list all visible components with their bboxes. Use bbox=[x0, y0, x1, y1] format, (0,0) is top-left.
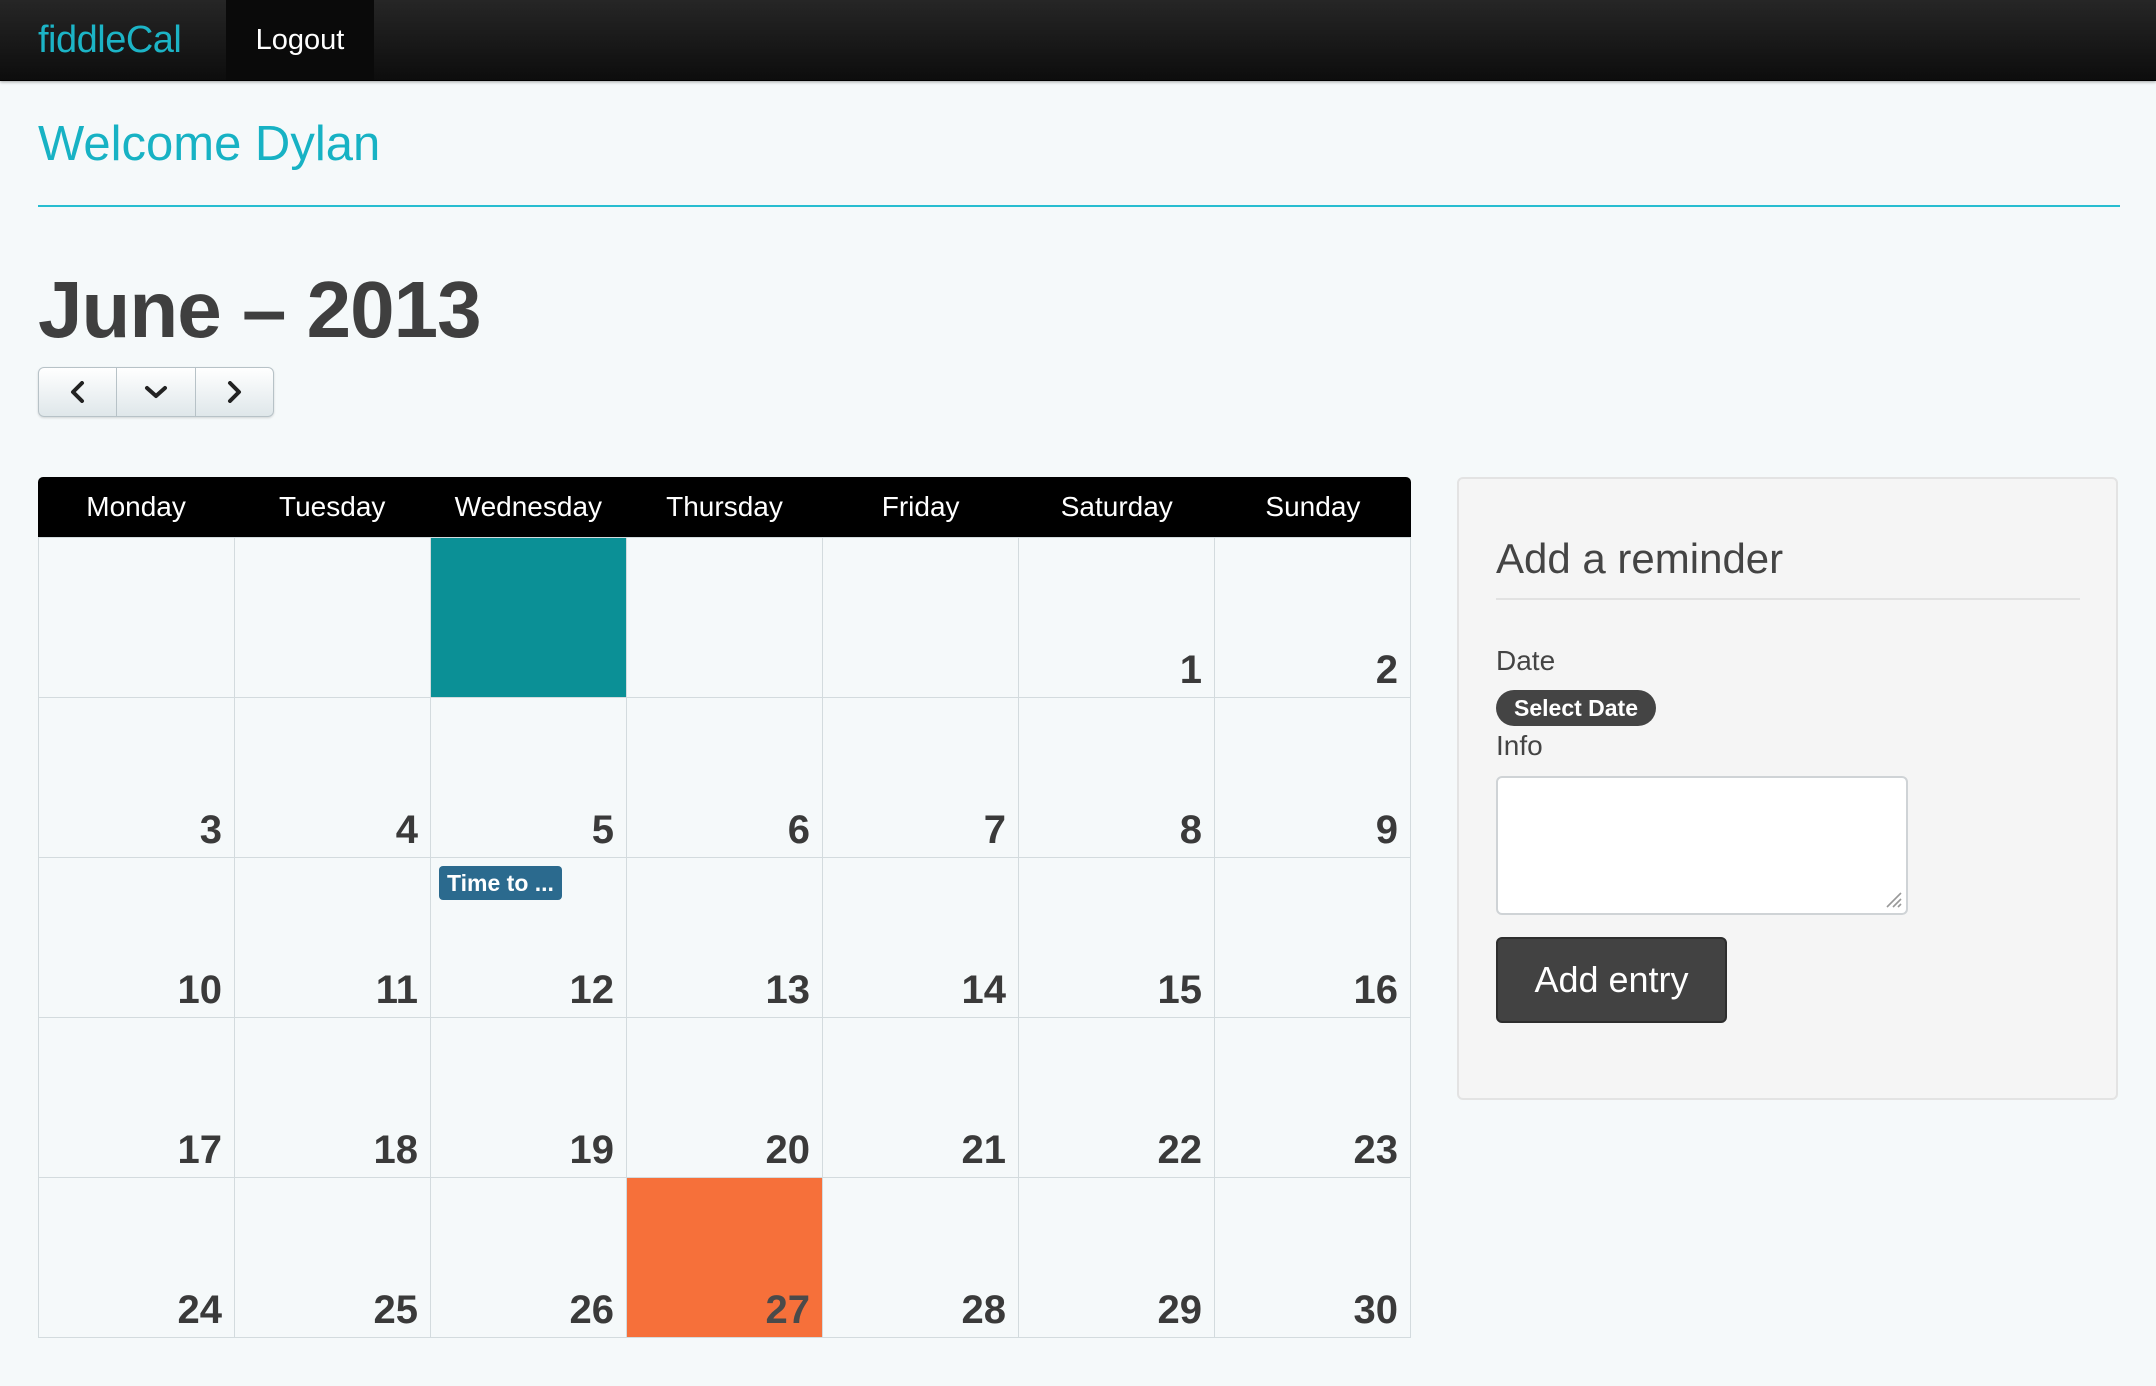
calendar-day-cell[interactable]: 17 bbox=[39, 1018, 235, 1178]
calendar-grid: 1 2 3 4 5 6 7 8 9 10 11 Time to ... 12 1… bbox=[38, 537, 1411, 1338]
day-number: 16 bbox=[1353, 968, 1399, 1012]
calendar-day-cell[interactable]: 10 bbox=[39, 858, 235, 1018]
weekday-label: Wednesday bbox=[454, 491, 603, 522]
calendar-day-cell[interactable]: 13 bbox=[627, 858, 823, 1018]
month-picker-button[interactable] bbox=[117, 368, 196, 416]
select-date-button[interactable]: Select Date bbox=[1496, 690, 1657, 726]
weekday-label: Monday bbox=[86, 491, 186, 522]
calendar-day-cell[interactable] bbox=[627, 538, 823, 698]
day-number: 6 bbox=[787, 808, 810, 852]
day-number: 30 bbox=[1353, 1288, 1399, 1332]
weekday-label: Saturday bbox=[1060, 491, 1173, 522]
event-chip[interactable]: Time to ... bbox=[439, 866, 562, 900]
header-divider bbox=[38, 205, 2120, 207]
calendar-day-cell[interactable] bbox=[39, 538, 235, 698]
calendar-day-cell[interactable]: 25 bbox=[235, 1178, 431, 1338]
day-number: 15 bbox=[1157, 968, 1203, 1012]
top-navbar: fiddleCal Logout bbox=[0, 0, 2156, 81]
calendar-day-cell[interactable]: 20 bbox=[627, 1018, 823, 1178]
calendar-day-cell[interactable]: 15 bbox=[1019, 858, 1215, 1018]
calendar-day-cell[interactable]: 4 bbox=[235, 698, 431, 858]
calendar-day-cell[interactable]: 6 bbox=[627, 698, 823, 858]
day-number: 23 bbox=[1353, 1128, 1399, 1172]
day-number: 19 bbox=[569, 1128, 615, 1172]
welcome-heading: Welcome Dylan bbox=[38, 117, 381, 171]
brand-link[interactable]: fiddleCal bbox=[38, 0, 182, 80]
calendar-day-cell[interactable]: 8 bbox=[1019, 698, 1215, 858]
month-nav-group bbox=[38, 367, 274, 417]
day-number: 7 bbox=[983, 808, 1006, 852]
calendar-day-cell-today[interactable]: 27 bbox=[627, 1178, 823, 1338]
calendar-day-cell[interactable]: 3 bbox=[39, 698, 235, 858]
day-number: 11 bbox=[375, 968, 418, 1012]
calendar-day-cell[interactable]: 22 bbox=[1019, 1018, 1215, 1178]
day-number: 18 bbox=[373, 1128, 419, 1172]
calendar-day-cell[interactable]: 11 bbox=[235, 858, 431, 1018]
day-number: 8 bbox=[1179, 808, 1202, 852]
calendar-day-cell[interactable]: 19 bbox=[431, 1018, 627, 1178]
day-number: 17 bbox=[177, 1128, 223, 1172]
day-number: 12 bbox=[569, 968, 615, 1012]
weekday-label: Friday bbox=[881, 491, 960, 522]
calendar-day-cell[interactable]: 21 bbox=[823, 1018, 1019, 1178]
day-number: 2 bbox=[1375, 648, 1398, 692]
panel-title: Add a reminder bbox=[1496, 535, 1784, 582]
day-number: 20 bbox=[765, 1128, 811, 1172]
calendar-day-cell[interactable]: 1 bbox=[1019, 538, 1215, 698]
weekday-label: Tuesday bbox=[279, 491, 386, 522]
month-title: June – 2013 bbox=[38, 265, 482, 354]
weekday-header: Monday Tuesday Wednesday Thursday Friday… bbox=[38, 477, 1411, 537]
day-number: 25 bbox=[373, 1288, 419, 1332]
day-number: 1 bbox=[1179, 648, 1202, 692]
day-number: 27 bbox=[765, 1288, 811, 1332]
calendar-day-cell[interactable]: Time to ... 12 bbox=[431, 858, 627, 1018]
calendar-day-cell[interactable] bbox=[235, 538, 431, 698]
next-month-button[interactable] bbox=[196, 368, 273, 416]
calendar-day-cell[interactable]: 2 bbox=[1215, 538, 1411, 698]
calendar-day-cell[interactable]: 18 bbox=[235, 1018, 431, 1178]
day-number: 5 bbox=[591, 808, 614, 852]
calendar-day-cell[interactable]: 23 bbox=[1215, 1018, 1411, 1178]
calendar-day-cell[interactable]: 28 bbox=[823, 1178, 1019, 1338]
weekday-label: Sunday bbox=[1265, 491, 1361, 522]
chevron-left-icon bbox=[70, 381, 84, 403]
calendar-day-cell[interactable]: 5 bbox=[431, 698, 627, 858]
day-number: 22 bbox=[1157, 1128, 1203, 1172]
day-number: 10 bbox=[177, 968, 223, 1012]
day-number: 29 bbox=[1157, 1288, 1203, 1332]
day-number: 3 bbox=[199, 808, 222, 852]
previous-month-button[interactable] bbox=[39, 368, 118, 416]
day-number: 9 bbox=[1375, 808, 1398, 852]
logout-link[interactable]: Logout bbox=[226, 0, 374, 80]
day-number: 13 bbox=[765, 968, 811, 1012]
day-number: 28 bbox=[961, 1288, 1007, 1332]
calendar-day-cell[interactable]: 29 bbox=[1019, 1178, 1215, 1338]
calendar-day-cell[interactable]: 7 bbox=[823, 698, 1019, 858]
calendar: Monday Tuesday Wednesday Thursday Friday… bbox=[38, 477, 1411, 1338]
day-number: 4 bbox=[395, 808, 418, 852]
date-label: Date bbox=[1496, 645, 1556, 676]
calendar-day-cell-selected[interactable] bbox=[431, 538, 627, 698]
calendar-day-cell[interactable]: 24 bbox=[39, 1178, 235, 1338]
calendar-day-cell[interactable]: 16 bbox=[1215, 858, 1411, 1018]
day-number: 21 bbox=[961, 1128, 1007, 1172]
resize-grip-icon[interactable] bbox=[1883, 889, 1903, 909]
calendar-day-cell[interactable]: 30 bbox=[1215, 1178, 1411, 1338]
chevron-down-icon bbox=[144, 386, 167, 398]
chevron-right-icon bbox=[228, 381, 242, 403]
calendar-day-cell[interactable]: 26 bbox=[431, 1178, 627, 1338]
weekday-label: Thursday bbox=[666, 491, 783, 522]
add-entry-button[interactable]: Add entry bbox=[1496, 937, 1727, 1023]
add-reminder-panel: Add a reminder Date Select Date Info Add… bbox=[1457, 477, 2118, 1100]
info-label: Info bbox=[1496, 730, 1543, 761]
day-number: 24 bbox=[177, 1288, 223, 1332]
calendar-day-cell[interactable]: 14 bbox=[823, 858, 1019, 1018]
calendar-day-cell[interactable]: 9 bbox=[1215, 698, 1411, 858]
calendar-day-cell[interactable] bbox=[823, 538, 1019, 698]
info-textarea[interactable] bbox=[1496, 776, 1908, 915]
day-number: 14 bbox=[961, 968, 1007, 1012]
day-number: 26 bbox=[569, 1288, 615, 1332]
panel-divider bbox=[1496, 598, 2080, 600]
